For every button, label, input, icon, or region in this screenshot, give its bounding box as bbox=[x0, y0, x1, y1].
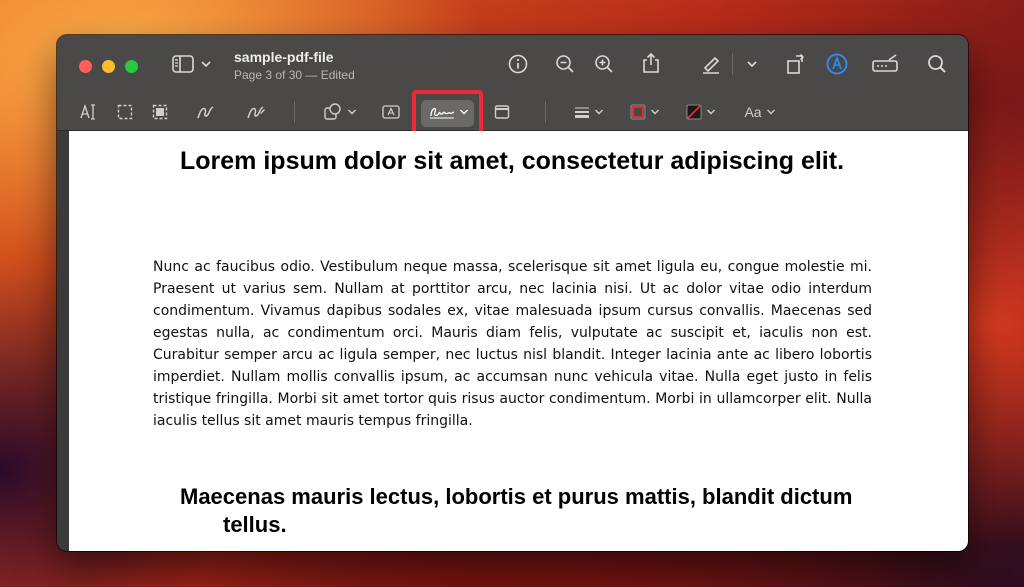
search-button[interactable] bbox=[926, 53, 948, 75]
section-heading: Maecenas mauris lectus, lobortis et puru… bbox=[180, 484, 853, 537]
document-subtitle: Page 3 of 30 — Edited bbox=[234, 68, 355, 82]
minimize-window-button[interactable] bbox=[102, 60, 115, 73]
title-bar: sample-pdf-file Page 3 of 30 — Edited bbox=[57, 35, 968, 93]
redact-icon bbox=[152, 104, 168, 120]
text-box-tool[interactable] bbox=[381, 103, 401, 121]
chevron-down-icon bbox=[348, 109, 356, 115]
markup-pen-icon bbox=[703, 56, 720, 74]
line-style-icon bbox=[575, 107, 589, 118]
text-style-label: Aa bbox=[744, 104, 762, 120]
draw-icon bbox=[247, 106, 265, 119]
info-icon bbox=[508, 54, 528, 74]
zoom-out-icon bbox=[556, 55, 574, 73]
toolbar-divider bbox=[732, 53, 733, 75]
form-icon bbox=[872, 54, 898, 72]
sidebar-icon bbox=[172, 55, 194, 73]
text-cursor-icon bbox=[80, 103, 95, 120]
chevron-down-icon bbox=[651, 109, 659, 115]
form-filling-button[interactable] bbox=[870, 53, 900, 75]
sidebar-toggle-button[interactable] bbox=[171, 53, 213, 75]
highlight-button[interactable] bbox=[700, 52, 722, 76]
highlight-options-button[interactable] bbox=[745, 57, 759, 71]
sketch-icon bbox=[197, 106, 214, 119]
zoom-out-button[interactable] bbox=[554, 53, 576, 75]
search-icon bbox=[928, 55, 946, 73]
border-color-icon bbox=[630, 104, 646, 120]
share-button[interactable] bbox=[640, 51, 662, 75]
page-setup-tool[interactable] bbox=[493, 103, 511, 121]
zoom-window-button[interactable] bbox=[125, 60, 138, 73]
shapes-icon bbox=[324, 103, 341, 120]
toolbar-divider bbox=[294, 101, 295, 123]
sign-tool-highlight-box bbox=[412, 90, 483, 137]
chevron-down-icon bbox=[707, 109, 715, 115]
info-button[interactable] bbox=[507, 53, 529, 75]
chevron-down-icon bbox=[766, 109, 775, 115]
window-icon bbox=[494, 105, 510, 119]
markup-circle-icon bbox=[826, 53, 848, 75]
chevron-down-icon bbox=[595, 109, 603, 115]
markup-toolbar: Aa bbox=[57, 93, 968, 131]
text-style-tool[interactable]: Aa bbox=[741, 102, 779, 122]
redact-tool[interactable] bbox=[150, 102, 170, 122]
text-selection-tool[interactable] bbox=[79, 102, 99, 122]
sketch-tool[interactable] bbox=[195, 102, 217, 122]
body-paragraph: Nunc ac faucibus odio. Vestibulum neque … bbox=[153, 259, 872, 429]
rotate-icon bbox=[787, 54, 804, 74]
pdf-page: Lorem ipsum dolor sit amet, consectetur … bbox=[69, 131, 968, 551]
line-style-tool[interactable] bbox=[573, 103, 605, 121]
rectangular-selection-tool[interactable] bbox=[115, 102, 135, 122]
border-color-tool[interactable] bbox=[627, 102, 663, 122]
markup-button[interactable] bbox=[825, 52, 849, 76]
document-title: sample-pdf-file bbox=[234, 49, 334, 65]
page-heading: Lorem ipsum dolor sit amet, consectetur … bbox=[180, 147, 845, 175]
chevron-down-icon bbox=[201, 61, 211, 68]
preview-window: sample-pdf-file Page 3 of 30 — Edited Aa… bbox=[57, 35, 968, 551]
text-box-icon bbox=[382, 105, 400, 119]
toolbar-divider bbox=[545, 101, 546, 123]
share-icon bbox=[643, 52, 659, 73]
fill-color-icon bbox=[686, 104, 702, 120]
close-window-button[interactable] bbox=[79, 60, 92, 73]
selection-rectangle-icon bbox=[117, 104, 133, 120]
draw-tool[interactable] bbox=[245, 102, 267, 122]
rotate-button[interactable] bbox=[785, 52, 807, 76]
shapes-tool[interactable] bbox=[323, 102, 357, 122]
zoom-in-button[interactable] bbox=[593, 53, 615, 75]
fill-color-tool[interactable] bbox=[683, 102, 719, 122]
zoom-in-icon bbox=[595, 55, 613, 73]
chevron-down-icon bbox=[747, 61, 757, 68]
